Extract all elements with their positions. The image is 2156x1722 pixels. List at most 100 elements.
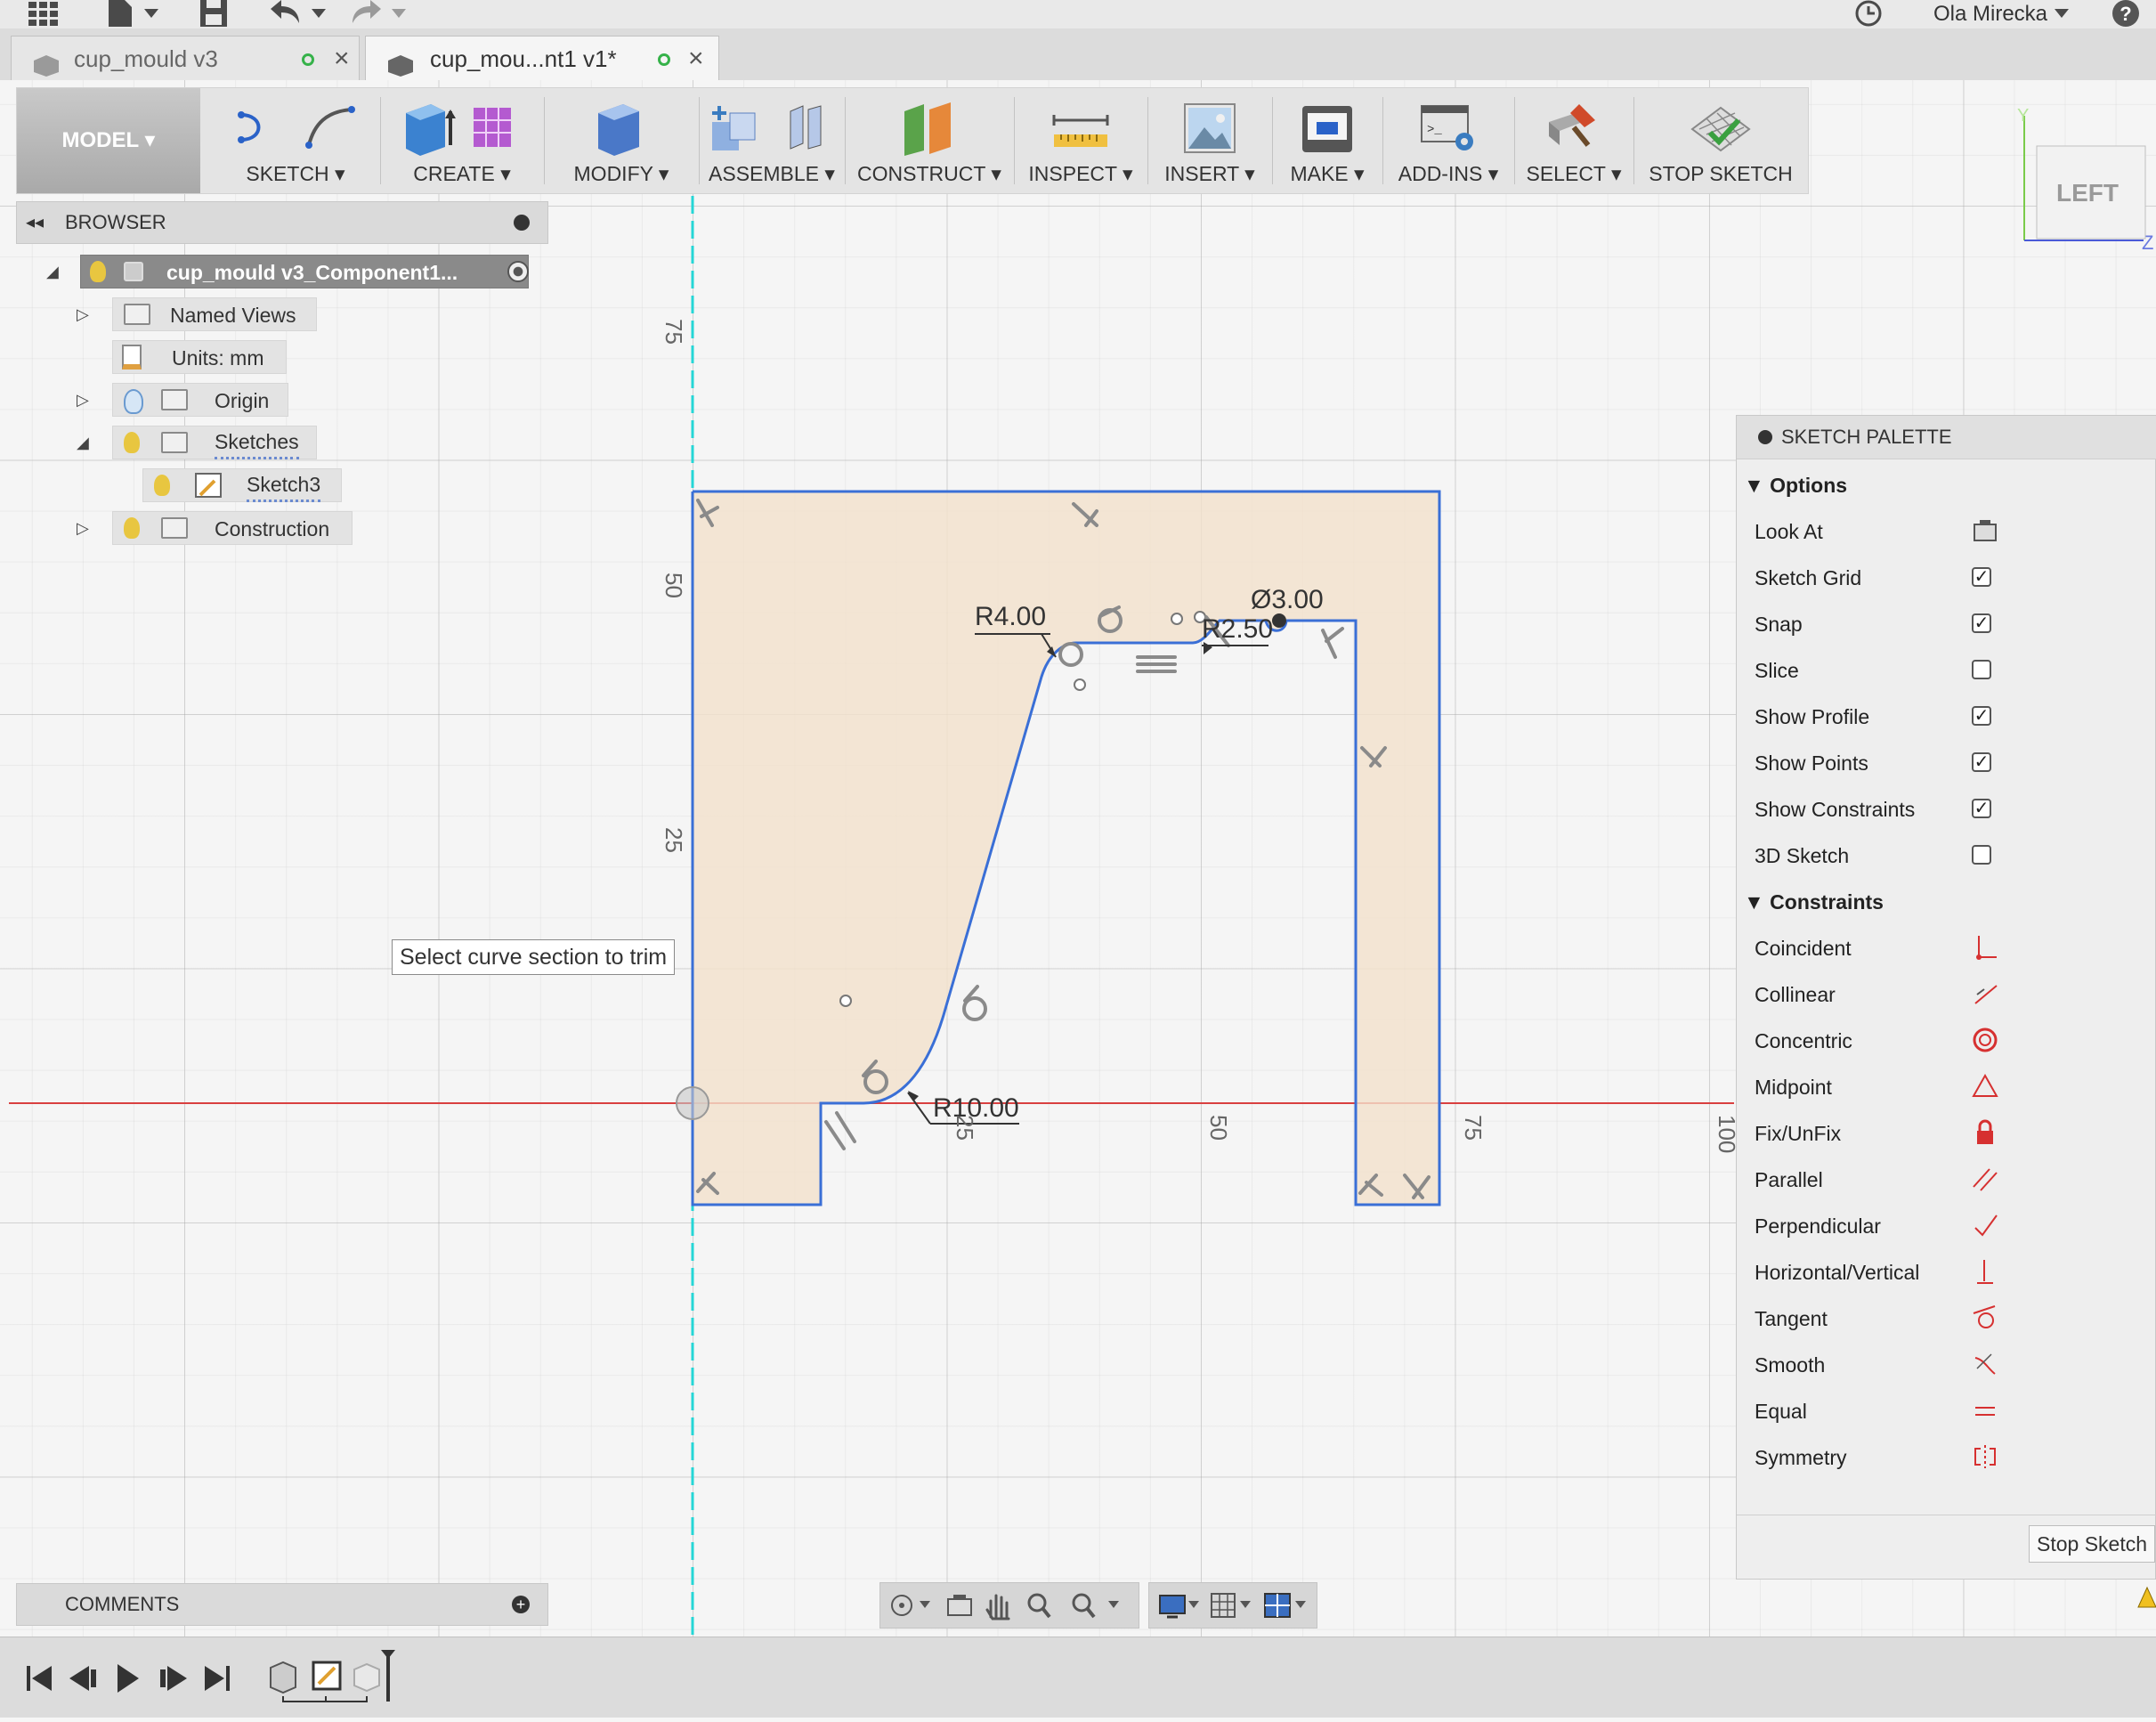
play-icon[interactable]: [118, 1664, 139, 1693]
panel-pin-icon[interactable]: [1758, 430, 1772, 444]
constraint-coincident[interactable]: Coincident: [1755, 925, 2146, 971]
parallel-icon[interactable]: [1972, 1164, 1998, 1194]
tree-item-units[interactable]: Units: mm: [112, 340, 290, 374]
option-show-points[interactable]: Show Points ✓: [1755, 740, 2146, 786]
browser-panel-header[interactable]: ◂◂ BROWSER: [16, 201, 548, 244]
viewcube[interactable]: Y Z LEFT: [2012, 103, 2156, 255]
visibility-bulb-icon[interactable]: [90, 261, 106, 282]
concentric-icon[interactable]: [1972, 1025, 1998, 1055]
comments-panel-header[interactable]: COMMENTS +: [16, 1583, 548, 1626]
stop-sketch-menu[interactable]: STOP SKETCH: [1635, 88, 1806, 193]
select-menu[interactable]: SELECT ▾: [1516, 88, 1632, 193]
add-ins-menu[interactable]: >_ ADD-INS ▾: [1384, 88, 1512, 193]
constraint-fix-unfix[interactable]: Fix/UnFix: [1755, 1110, 2146, 1157]
constraint-smooth[interactable]: Smooth: [1755, 1342, 2146, 1388]
dim-r4-text[interactable]: R4.00: [975, 602, 1046, 631]
dimension-r2-5[interactable]: R2.50: [1202, 614, 1273, 654]
option-look-at[interactable]: Look At: [1755, 508, 2146, 555]
dimension-diameter-3[interactable]: Ø3.00: [1251, 585, 1324, 614]
tree-item-named-views[interactable]: ▷ Named Views: [71, 297, 338, 331]
panel-pin-icon[interactable]: [514, 215, 530, 231]
go-to-end-icon[interactable]: [205, 1666, 230, 1691]
step-forward-icon[interactable]: [160, 1666, 187, 1691]
timeline-feature-component[interactable]: [270, 1661, 296, 1694]
options-section-header[interactable]: ▼ Options: [1744, 462, 1847, 508]
visibility-bulb-icon[interactable]: [124, 517, 140, 539]
sketch-grid-checkbox[interactable]: ✓: [1972, 567, 1991, 587]
make-menu[interactable]: MAKE ▾: [1274, 88, 1381, 193]
snap-checkbox[interactable]: ✓: [1972, 613, 1991, 633]
collapse-triangle-icon[interactable]: ◢: [46, 255, 59, 288]
expand-triangle-icon[interactable]: ▷: [77, 511, 89, 545]
perpendicular-icon[interactable]: [1972, 1210, 1998, 1240]
stop-sketch-button[interactable]: Stop Sketch: [2029, 1525, 2155, 1563]
tree-item-sketches[interactable]: ◢ Sketches: [71, 426, 338, 459]
dim-r2-5-text[interactable]: R2.50: [1202, 614, 1273, 644]
smooth-icon[interactable]: [1972, 1349, 1998, 1379]
option-snap[interactable]: Snap ✓: [1755, 601, 2146, 647]
construct-menu[interactable]: CONSTRUCT ▾: [847, 88, 1012, 193]
collapse-panel-icon[interactable]: ◂◂: [26, 202, 44, 243]
collinear-icon[interactable]: [1972, 979, 1998, 1009]
origin-point[interactable]: [676, 1086, 709, 1120]
expand-triangle-icon[interactable]: ▷: [77, 383, 89, 417]
collapse-triangle-icon[interactable]: ◢: [77, 426, 89, 459]
constraint-symmetry[interactable]: Symmetry: [1755, 1434, 2146, 1481]
expand-triangle-icon[interactable]: ▷: [77, 297, 89, 331]
pan-icon[interactable]: [985, 1594, 1010, 1620]
visibility-bulb-icon[interactable]: [124, 432, 140, 453]
horizontal-vertical-icon[interactable]: [1972, 1256, 1998, 1287]
lock-icon[interactable]: [1972, 1117, 1998, 1148]
constraint-horizontal-vertical[interactable]: Horizontal/Vertical: [1755, 1249, 2146, 1296]
look-at-icon[interactable]: [1972, 516, 1998, 546]
look-at-icon[interactable]: [947, 1595, 972, 1616]
constraints-section-header[interactable]: ▼ Constraints: [1744, 879, 1884, 925]
slice-checkbox[interactable]: [1972, 660, 1991, 679]
visibility-bulb-icon[interactable]: [154, 475, 170, 496]
zoom-window-icon[interactable]: [1072, 1593, 1119, 1619]
option-3d-sketch[interactable]: 3D Sketch: [1755, 833, 2146, 879]
timeline-feature-sketch[interactable]: [312, 1661, 342, 1691]
constraint-midpoint[interactable]: Midpoint: [1755, 1064, 2146, 1110]
tree-item-sketch3[interactable]: Sketch3: [142, 468, 356, 502]
center-point[interactable]: [1272, 613, 1286, 628]
tree-item-root[interactable]: ◢ cup_mould v3_Component1...: [45, 255, 543, 288]
go-to-start-icon[interactable]: [27, 1666, 52, 1691]
show-profile-checkbox[interactable]: ✓: [1972, 706, 1991, 726]
orbit-icon[interactable]: [891, 1595, 930, 1616]
option-show-constraints[interactable]: Show Constraints ✓: [1755, 786, 2146, 833]
constraint-equal[interactable]: Equal: [1755, 1388, 2146, 1434]
tree-item-origin[interactable]: ▷ Origin: [71, 383, 338, 417]
option-sketch-grid[interactable]: Sketch Grid ✓: [1755, 555, 2146, 601]
timeline-feature-suppressed[interactable]: [353, 1662, 380, 1693]
assemble-menu[interactable]: ASSEMBLE ▾: [701, 88, 843, 193]
sketch-menu[interactable]: SKETCH ▾: [213, 88, 378, 193]
3d-sketch-checkbox[interactable]: [1972, 845, 1991, 865]
activate-radio-icon[interactable]: [507, 261, 529, 282]
visibility-bulb-icon[interactable]: [124, 389, 143, 414]
timeline-marker[interactable]: [381, 1650, 395, 1702]
grid-settings-icon[interactable]: [1211, 1593, 1251, 1618]
symmetry-icon[interactable]: [1972, 1442, 1998, 1472]
create-menu[interactable]: CREATE ▾: [382, 88, 542, 193]
zoom-icon[interactable]: [1027, 1593, 1051, 1619]
show-points-checkbox[interactable]: ✓: [1972, 752, 1991, 772]
tree-item-construction[interactable]: ▷ Construction: [71, 511, 356, 545]
step-back-icon[interactable]: [69, 1666, 96, 1691]
constraint-perpendicular[interactable]: Perpendicular: [1755, 1203, 2146, 1249]
equal-icon[interactable]: [1972, 1395, 1998, 1426]
display-settings-icon[interactable]: [1159, 1595, 1199, 1619]
modify-menu[interactable]: MODIFY ▾: [546, 88, 697, 193]
viewports-icon[interactable]: [1264, 1593, 1306, 1618]
dim-d3-text[interactable]: Ø3.00: [1251, 585, 1324, 614]
option-show-profile[interactable]: Show Profile ✓: [1755, 694, 2146, 740]
add-comment-icon[interactable]: +: [512, 1596, 530, 1613]
constraint-parallel[interactable]: Parallel: [1755, 1157, 2146, 1203]
tangent-icon[interactable]: [1972, 1303, 1998, 1333]
constraint-tangent[interactable]: Tangent: [1755, 1296, 2146, 1342]
warning-icon[interactable]: [2136, 1586, 2156, 1609]
midpoint-icon[interactable]: [1972, 1071, 1998, 1101]
constraint-collinear[interactable]: Collinear: [1755, 971, 2146, 1018]
sketch-palette-header[interactable]: SKETCH PALETTE: [1737, 416, 2156, 459]
constraint-concentric[interactable]: Concentric: [1755, 1018, 2146, 1064]
